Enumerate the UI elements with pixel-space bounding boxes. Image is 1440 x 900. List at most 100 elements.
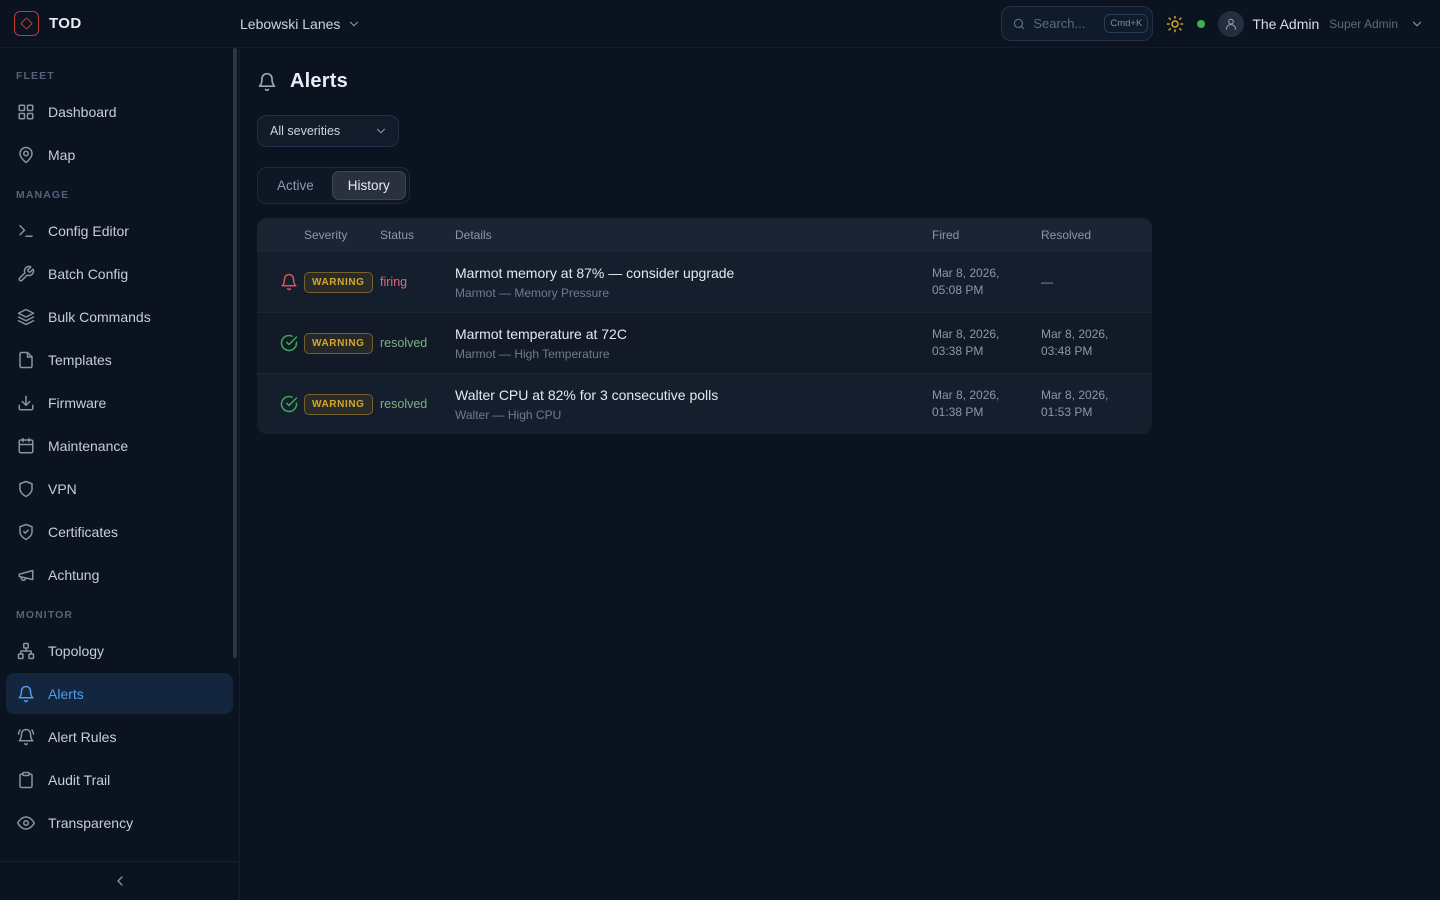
- search-icon: [1012, 17, 1026, 31]
- app-logo-icon: [14, 11, 39, 36]
- user-name: The Admin: [1252, 16, 1319, 32]
- layers-icon: [17, 308, 35, 326]
- sidebar-collapse-button[interactable]: [0, 861, 239, 900]
- status-text: firing: [380, 275, 407, 289]
- sidebar-section-monitor: MONITOR: [0, 597, 239, 628]
- tab-history[interactable]: History: [332, 171, 406, 200]
- sidebar-item-label: Maintenance: [48, 438, 128, 454]
- resolved-time: —: [1041, 274, 1127, 291]
- org-selector[interactable]: Lebowski Lanes: [240, 16, 361, 32]
- severity-filter-select[interactable]: All severities: [257, 115, 399, 147]
- sidebar-item-label: Templates: [48, 352, 112, 368]
- eye-icon: [17, 814, 35, 832]
- sidebar-item-firmware[interactable]: Firmware: [6, 382, 233, 423]
- check-circle-icon: [273, 334, 304, 352]
- app-name: TOD: [49, 15, 82, 32]
- fired-time: Mar 8, 2026, 03:38 PM: [932, 326, 1018, 360]
- bell-alert-icon: [273, 273, 304, 291]
- severity-badge: WARNING: [304, 333, 373, 354]
- col-resolved: Resolved: [1041, 228, 1152, 242]
- terminal-icon: [17, 222, 35, 240]
- search-shortcut-badge: Cmd+K: [1104, 14, 1148, 33]
- chevron-down-icon: [347, 17, 361, 31]
- sidebar-item-topology[interactable]: Topology: [6, 630, 233, 671]
- sidebar-item-alert-rules[interactable]: Alert Rules: [6, 716, 233, 757]
- sidebar-item-bulk-commands[interactable]: Bulk Commands: [6, 296, 233, 337]
- sidebar-item-label: Audit Trail: [48, 772, 110, 788]
- col-status: Status: [380, 228, 455, 242]
- chevron-down-icon: [374, 124, 388, 138]
- status-text: resolved: [380, 397, 427, 411]
- sidebar-item-alerts[interactable]: Alerts: [6, 673, 233, 714]
- chevron-left-icon: [112, 873, 128, 889]
- col-details: Details: [455, 228, 932, 242]
- sidebar-item-transparency[interactable]: Transparency: [6, 802, 233, 843]
- alert-title: Marmot temperature at 72C: [455, 326, 932, 342]
- search-input[interactable]: [1033, 16, 1097, 31]
- grid-icon: [17, 103, 35, 121]
- user-menu[interactable]: The Admin Super Admin: [1218, 11, 1424, 37]
- alert-subtitle: Walter — High CPU: [455, 408, 932, 422]
- alert-title: Marmot memory at 87% — consider upgrade: [455, 265, 932, 281]
- fired-time: Mar 8, 2026, 01:38 PM: [932, 387, 1018, 421]
- sidebar: FLEET Dashboard Map MANAGE Config Editor…: [0, 48, 240, 900]
- main-content: Alerts All severities Active History Sev…: [240, 48, 1440, 900]
- org-name: Lebowski Lanes: [240, 16, 340, 32]
- sidebar-item-label: Map: [48, 147, 75, 163]
- sidebar-scrollbar[interactable]: [233, 48, 237, 658]
- sidebar-item-label: Topology: [48, 643, 104, 659]
- sidebar-item-label: Firmware: [48, 395, 106, 411]
- sidebar-item-label: Transparency: [48, 815, 133, 831]
- fired-time: Mar 8, 2026, 05:08 PM: [932, 265, 1018, 299]
- alert-title: Walter CPU at 82% for 3 consecutive poll…: [455, 387, 932, 403]
- page-title: Alerts: [290, 70, 348, 93]
- bell-icon: [17, 685, 35, 703]
- sidebar-item-audit-trail[interactable]: Audit Trail: [6, 759, 233, 800]
- alert-subtitle: Marmot — High Temperature: [455, 347, 932, 361]
- megaphone-icon: [17, 566, 35, 584]
- sidebar-item-label: Config Editor: [48, 223, 129, 239]
- resolved-time: Mar 8, 2026, 01:53 PM: [1041, 387, 1127, 421]
- sidebar-item-config-editor[interactable]: Config Editor: [6, 210, 233, 251]
- user-avatar-icon: [1218, 11, 1244, 37]
- shield-icon: [17, 480, 35, 498]
- sidebar-item-label: Batch Config: [48, 266, 128, 282]
- table-row[interactable]: WARNING resolved Marmot temperature at 7…: [257, 312, 1152, 373]
- sidebar-item-templates[interactable]: Templates: [6, 339, 233, 380]
- sidebar-item-label: Achtung: [48, 567, 99, 583]
- sidebar-item-vpn[interactable]: VPN: [6, 468, 233, 509]
- sidebar-item-label: Dashboard: [48, 104, 117, 120]
- theme-toggle-sun-icon[interactable]: [1166, 15, 1184, 33]
- chevron-down-icon: [1410, 17, 1424, 31]
- sidebar-item-certificates[interactable]: Certificates: [6, 511, 233, 552]
- search-box[interactable]: Cmd+K: [1001, 6, 1153, 41]
- sidebar-item-label: Certificates: [48, 524, 118, 540]
- sidebar-item-maintenance[interactable]: Maintenance: [6, 425, 233, 466]
- download-icon: [17, 394, 35, 412]
- tab-active[interactable]: Active: [261, 171, 330, 200]
- alerts-tab-group: Active History: [257, 167, 410, 204]
- sidebar-item-batch-config[interactable]: Batch Config: [6, 253, 233, 294]
- sidebar-section-manage: MANAGE: [0, 177, 239, 208]
- col-fired: Fired: [932, 228, 1041, 242]
- sidebar-item-dashboard[interactable]: Dashboard: [6, 91, 233, 132]
- sidebar-item-map[interactable]: Map: [6, 134, 233, 175]
- alert-subtitle: Marmot — Memory Pressure: [455, 286, 932, 300]
- file-icon: [17, 351, 35, 369]
- sidebar-item-achtung[interactable]: Achtung: [6, 554, 233, 595]
- status-text: resolved: [380, 336, 427, 350]
- col-severity: Severity: [304, 228, 380, 242]
- severity-badge: WARNING: [304, 272, 373, 293]
- table-row[interactable]: WARNING firing Marmot memory at 87% — co…: [257, 251, 1152, 312]
- network-icon: [17, 642, 35, 660]
- user-role: Super Admin: [1329, 17, 1398, 31]
- sidebar-item-label: Alert Rules: [48, 729, 116, 745]
- alerts-table: Severity Status Details Fired Resolved W…: [257, 218, 1152, 434]
- severity-filter-value: All severities: [270, 124, 340, 138]
- clipboard-icon: [17, 771, 35, 789]
- table-row[interactable]: WARNING resolved Walter CPU at 82% for 3…: [257, 373, 1152, 434]
- check-circle-icon: [273, 395, 304, 413]
- table-header-row: Severity Status Details Fired Resolved: [257, 218, 1152, 251]
- topbar: TOD Lebowski Lanes Cmd+K The Admin Super…: [0, 0, 1440, 48]
- wrench-icon: [17, 265, 35, 283]
